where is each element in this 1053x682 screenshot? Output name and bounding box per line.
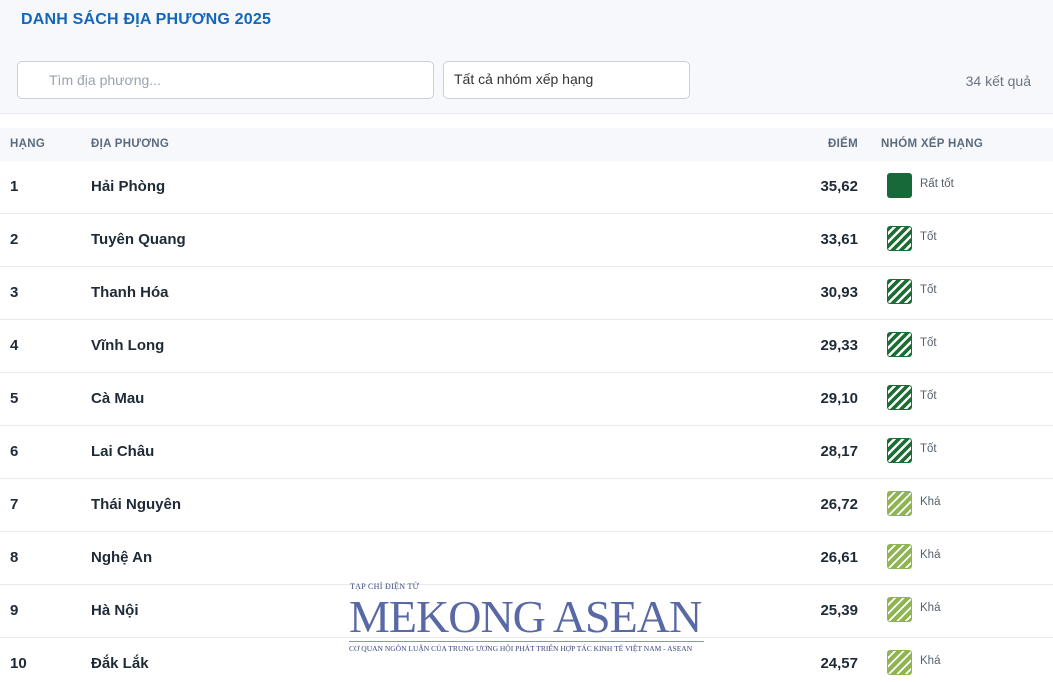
- table-header: HẠNG ĐỊA PHƯƠNG ĐIỂM NHÓM XẾP HẠNG: [0, 128, 1053, 161]
- page-title: DANH SÁCH ĐỊA PHƯƠNG 2025: [21, 11, 272, 28]
- row-rank: 7: [10, 496, 19, 513]
- row-rank-group: Rất tốt: [920, 178, 954, 190]
- row-locality-name: Đắk Lắk: [91, 655, 149, 672]
- row-rank: 6: [10, 443, 19, 460]
- row-score: 26,72: [820, 496, 858, 513]
- rank-group-swatch: [887, 650, 912, 675]
- table-row[interactable]: 7 Thái Nguyên 26,72 Khá: [0, 479, 1053, 532]
- result-count: 34 kết quả: [965, 73, 1031, 89]
- table-row[interactable]: 6 Lai Châu 28,17 Tốt: [0, 426, 1053, 479]
- row-rank-group: Tốt: [920, 337, 937, 349]
- row-score: 35,62: [820, 178, 858, 195]
- table-row[interactable]: 1 Hải Phòng 35,62 Rất tốt: [0, 161, 1053, 214]
- row-score: 28,17: [820, 443, 858, 460]
- row-rank-group: Tốt: [920, 284, 937, 296]
- row-score: 25,39: [820, 602, 858, 619]
- table-row[interactable]: 5 Cà Mau 29,10 Tốt: [0, 373, 1053, 426]
- row-score: 24,57: [820, 655, 858, 672]
- rank-group-swatch: [887, 332, 912, 357]
- rank-group-swatch: [887, 491, 912, 516]
- filter-bar: DANH SÁCH ĐỊA PHƯƠNG 2025 Tất cả nhóm xế…: [0, 0, 1053, 114]
- rank-group-swatch: [887, 385, 912, 410]
- row-rank: 1: [10, 178, 19, 195]
- rank-group-swatch: [887, 173, 912, 198]
- row-score: 30,93: [820, 284, 858, 301]
- table-row[interactable]: 9 Hà Nội 25,39 Khá: [0, 585, 1053, 638]
- row-locality-name: Cà Mau: [91, 390, 145, 407]
- row-locality-name: Vĩnh Long: [91, 337, 165, 354]
- table-row[interactable]: 10 Đắk Lắk 24,57 Khá: [0, 638, 1053, 682]
- row-locality-name: Tuyên Quang: [91, 231, 186, 248]
- table-row[interactable]: 2 Tuyên Quang 33,61 Tốt: [0, 214, 1053, 267]
- column-header-score[interactable]: ĐIỂM: [828, 138, 858, 150]
- row-rank-group: Tốt: [920, 443, 937, 455]
- column-header-rank[interactable]: HẠNG: [10, 138, 45, 150]
- row-locality-name: Hà Nội: [91, 602, 139, 619]
- row-rank: 10: [10, 655, 27, 672]
- table-body: 1 Hải Phòng 35,62 Rất tốt 2 Tuyên Quang 33,61 T…: [0, 161, 1053, 682]
- row-rank: 8: [10, 549, 19, 566]
- rank-group-swatch: [887, 544, 912, 569]
- row-rank: 3: [10, 284, 19, 301]
- row-score: 33,61: [820, 231, 858, 248]
- rank-group-swatch: [887, 279, 912, 304]
- row-rank-group: Tốt: [920, 390, 937, 402]
- row-score: 29,10: [820, 390, 858, 407]
- row-rank-group: Tốt: [920, 231, 937, 243]
- row-locality-name: Hải Phòng: [91, 178, 166, 195]
- rank-group-select[interactable]: Tất cả nhóm xếp hạng: [443, 61, 690, 99]
- rank-group-swatch: [887, 438, 912, 463]
- table-row[interactable]: 8 Nghệ An 26,61 Khá: [0, 532, 1053, 585]
- row-rank: 2: [10, 231, 19, 248]
- rank-group-swatch: [887, 226, 912, 251]
- table-row[interactable]: 4 Vĩnh Long 29,33 Tốt: [0, 320, 1053, 373]
- row-locality-name: Lai Châu: [91, 443, 155, 460]
- row-rank-group: Khá: [920, 549, 941, 561]
- column-header-group[interactable]: NHÓM XẾP HẠNG: [881, 138, 983, 150]
- row-rank: 9: [10, 602, 19, 619]
- row-score: 26,61: [820, 549, 858, 566]
- row-locality-name: Thanh Hóa: [91, 284, 169, 301]
- search-input[interactable]: [18, 62, 433, 98]
- row-rank: 5: [10, 390, 19, 407]
- row-locality-name: Nghệ An: [91, 549, 153, 566]
- row-rank-group: Khá: [920, 602, 941, 614]
- row-locality-name: Thái Nguyên: [91, 496, 182, 513]
- page: DANH SÁCH ĐỊA PHƯƠNG 2025 Tất cả nhóm xế…: [0, 0, 1053, 682]
- rank-group-swatch: [887, 597, 912, 622]
- search-box[interactable]: [17, 61, 434, 99]
- table-row[interactable]: 3 Thanh Hóa 30,93 Tốt: [0, 267, 1053, 320]
- row-score: 29,33: [820, 337, 858, 354]
- row-rank: 4: [10, 337, 19, 354]
- row-rank-group: Khá: [920, 655, 941, 667]
- column-header-name[interactable]: ĐỊA PHƯƠNG: [91, 138, 169, 150]
- row-rank-group: Khá: [920, 496, 941, 508]
